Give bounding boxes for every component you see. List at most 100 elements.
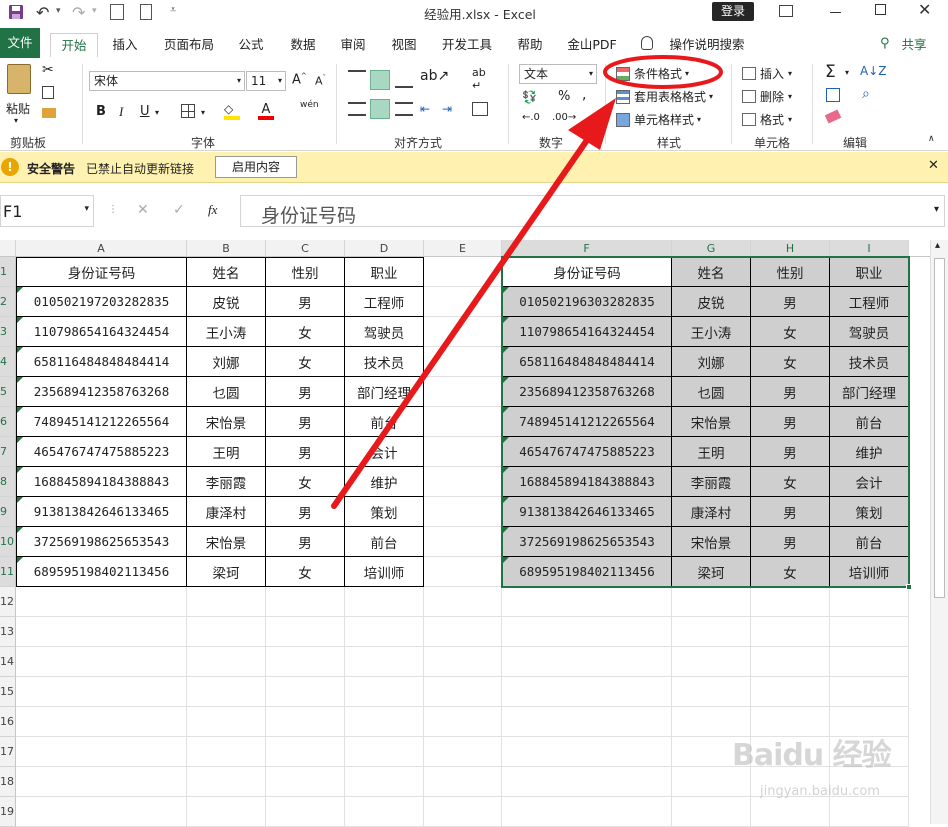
row-header-8[interactable]: 8 xyxy=(0,467,16,497)
name-box[interactable]: F1 ▾ xyxy=(0,195,94,227)
cell-f14[interactable] xyxy=(502,647,672,677)
cancel-entry-icon[interactable]: ✕ xyxy=(137,202,149,218)
tab-insert[interactable]: 插入 xyxy=(106,33,144,57)
cell-a11[interactable]: 689595198402113456 xyxy=(16,557,187,587)
cell-b4[interactable]: 刘娜 xyxy=(187,347,266,377)
cell-g6[interactable]: 宋怡景 xyxy=(672,407,751,437)
cell-b6[interactable]: 宋怡景 xyxy=(187,407,266,437)
cell-c19[interactable] xyxy=(266,797,345,827)
cell-d18[interactable] xyxy=(345,767,424,797)
row-header-15[interactable]: 15 xyxy=(0,677,16,707)
row-header-19[interactable]: 19 xyxy=(0,797,16,827)
row-header-9[interactable]: 9 xyxy=(0,497,16,527)
column-header-a[interactable]: A xyxy=(16,240,187,257)
cell-g7[interactable]: 王明 xyxy=(672,437,751,467)
cell-g12[interactable] xyxy=(672,587,751,617)
cell-a16[interactable] xyxy=(16,707,187,737)
cell-i9[interactable]: 策划 xyxy=(830,497,909,527)
cell-h7[interactable]: 男 xyxy=(751,437,830,467)
cell-g2[interactable]: 皮锐 xyxy=(672,287,751,317)
row-header-12[interactable]: 12 xyxy=(0,587,16,617)
increase-font-icon[interactable]: A^ xyxy=(292,72,307,87)
row-header-14[interactable]: 14 xyxy=(0,647,16,677)
cell-i12[interactable] xyxy=(830,587,909,617)
chevron-down-icon[interactable]: ▾ xyxy=(845,68,849,77)
new-file-icon[interactable] xyxy=(140,4,152,20)
cell-h3[interactable]: 女 xyxy=(751,317,830,347)
cut-icon[interactable]: ✂ xyxy=(42,62,54,78)
cell-d16[interactable] xyxy=(345,707,424,737)
redo-icon[interactable]: ↷ xyxy=(72,3,85,22)
row-header-10[interactable]: 10 xyxy=(0,527,16,557)
cell-i7[interactable]: 维护 xyxy=(830,437,909,467)
tab-page-layout[interactable]: 页面布局 xyxy=(158,33,220,57)
cell-f19[interactable] xyxy=(502,797,672,827)
cell-c10[interactable]: 男 xyxy=(266,527,345,557)
format-cells-button[interactable]: 格式 ▾ xyxy=(742,111,792,128)
cell-b13[interactable] xyxy=(187,617,266,647)
cell-i13[interactable] xyxy=(830,617,909,647)
cell-i19[interactable] xyxy=(830,797,909,827)
cell-a3[interactable]: 110798654164324454 xyxy=(16,317,187,347)
cell-f15[interactable] xyxy=(502,677,672,707)
cell-b7[interactable]: 王明 xyxy=(187,437,266,467)
close-icon[interactable]: ✕ xyxy=(918,0,931,19)
collapse-ribbon-icon[interactable]: ∧ xyxy=(928,134,935,144)
cell-g9[interactable]: 康泽村 xyxy=(672,497,751,527)
redo-dropdown-icon[interactable]: ▾ xyxy=(92,6,97,16)
cell-a14[interactable] xyxy=(16,647,187,677)
cell-b16[interactable] xyxy=(187,707,266,737)
cell-i4[interactable]: 技术员 xyxy=(830,347,909,377)
row-header-18[interactable]: 18 xyxy=(0,767,16,797)
cell-e18[interactable] xyxy=(424,767,502,797)
cell-c16[interactable] xyxy=(266,707,345,737)
cell-e14[interactable] xyxy=(424,647,502,677)
chevron-down-icon[interactable]: ▾ xyxy=(201,108,205,117)
insert-function-button[interactable]: fx xyxy=(208,202,217,218)
column-header-i[interactable]: I xyxy=(830,240,909,257)
cell-c15[interactable] xyxy=(266,677,345,707)
cell-a5[interactable]: 235689412358763268 xyxy=(16,377,187,407)
fill-handle[interactable] xyxy=(906,584,912,590)
cell-e12[interactable] xyxy=(424,587,502,617)
pinyin-guide-button[interactable]: wén xyxy=(300,100,319,110)
cell-i10[interactable]: 前台 xyxy=(830,527,909,557)
cell-g3[interactable]: 王小涛 xyxy=(672,317,751,347)
cell-a13[interactable] xyxy=(16,617,187,647)
paste-button[interactable]: 粘贴 xyxy=(6,100,30,117)
undo-icon[interactable]: ↶ xyxy=(36,3,49,22)
share-button[interactable]: 共享 xyxy=(898,33,930,57)
cell-b2[interactable]: 皮锐 xyxy=(187,287,266,317)
cell-d11[interactable]: 培训师 xyxy=(345,557,424,587)
tab-review[interactable]: 审阅 xyxy=(335,33,371,57)
cell-f18[interactable] xyxy=(502,767,672,797)
vertical-scrollbar[interactable]: ▴ xyxy=(930,240,948,824)
cell-h12[interactable] xyxy=(751,587,830,617)
copy-icon[interactable] xyxy=(42,86,54,99)
cell-a15[interactable] xyxy=(16,677,187,707)
cell-g1[interactable]: 姓名 xyxy=(672,257,751,287)
row-header-4[interactable]: 4 xyxy=(0,347,16,377)
format-painter-icon[interactable] xyxy=(42,108,56,118)
tab-developer[interactable]: 开发工具 xyxy=(436,33,498,57)
minimize-icon[interactable] xyxy=(830,12,841,13)
undo-dropdown-icon[interactable]: ▾ xyxy=(56,6,61,16)
find-select-icon[interactable]: ⌕ xyxy=(862,86,870,102)
tab-help[interactable]: 帮助 xyxy=(512,33,548,57)
close-security-bar-icon[interactable]: ✕ xyxy=(928,158,939,173)
cell-b3[interactable]: 王小涛 xyxy=(187,317,266,347)
cell-i14[interactable] xyxy=(830,647,909,677)
insert-cells-button[interactable]: 插入 ▾ xyxy=(742,65,792,82)
tab-data[interactable]: 数据 xyxy=(285,33,321,57)
chevron-down-icon[interactable]: ▾ xyxy=(155,108,159,117)
cell-d15[interactable] xyxy=(345,677,424,707)
cell-b1[interactable]: 姓名 xyxy=(187,257,266,287)
cell-b19[interactable] xyxy=(187,797,266,827)
cell-e19[interactable] xyxy=(424,797,502,827)
cell-f16[interactable] xyxy=(502,707,672,737)
cell-g14[interactable] xyxy=(672,647,751,677)
customize-toolbar-icon[interactable]: ⩡ xyxy=(170,3,176,17)
expand-formula-bar-icon[interactable]: ▾ xyxy=(934,204,939,215)
select-all-corner[interactable] xyxy=(0,240,16,257)
row-header-3[interactable]: 3 xyxy=(0,317,16,347)
